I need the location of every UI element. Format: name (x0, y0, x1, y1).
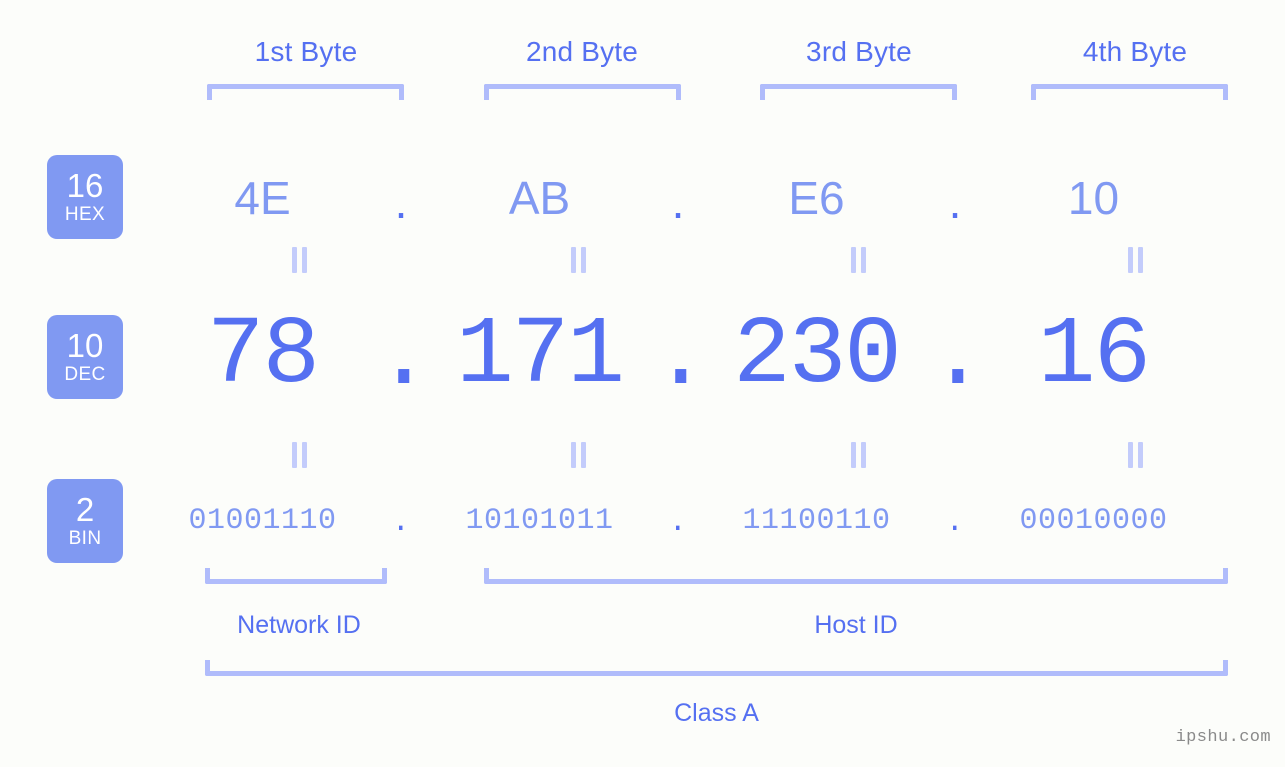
hex-octet-3: E6 (788, 172, 845, 224)
equals-connector-hex-dec-1 (289, 247, 311, 273)
hex-separator-3: . (948, 176, 962, 228)
dec-value-row: 78 . 171 . 230 . 16 (150, 295, 1255, 415)
byte-header-label-1: 1st Byte (254, 36, 358, 67)
equals-connector-hex-dec-3 (848, 247, 870, 273)
equals-connector-dec-bin-3 (848, 442, 870, 468)
class-bracket (205, 660, 1228, 676)
equals-connector-dec-bin-4 (1125, 442, 1147, 468)
hex-octet-1: 4E (234, 172, 291, 224)
network-id-bracket (205, 568, 387, 584)
hex-separator-2: . (671, 176, 685, 228)
dec-separator-1: . (375, 302, 433, 412)
radix-badge-hex-name: HEX (64, 204, 106, 225)
byte-bracket-4 (1031, 84, 1228, 100)
dec-octet-3: 230 (733, 300, 902, 410)
byte-header-label-4: 4th Byte (1082, 36, 1188, 67)
hex-value-row: 4E . AB . E6 . 10 (150, 152, 1255, 244)
equals-connector-dec-bin-1 (289, 442, 311, 468)
hex-separator-1: . (394, 176, 408, 228)
bin-separator-2: . (668, 506, 688, 540)
radix-badge-bin: 2 BIN (47, 479, 123, 563)
hex-octet-2: AB (508, 172, 571, 224)
dec-separator-2: . (652, 302, 710, 412)
radix-badge-hex: 16 HEX (47, 155, 123, 239)
dec-octet-4: 16 (1037, 300, 1151, 410)
radix-badge-dec: 10 DEC (47, 315, 123, 399)
byte-bracket-1 (207, 84, 404, 100)
bin-separator-3: . (945, 506, 965, 540)
class-label: Class A (674, 699, 759, 727)
dec-octet-1: 78 (206, 300, 320, 410)
dec-separator-3: . (929, 302, 987, 412)
dec-octet-2: 171 (456, 300, 625, 410)
bin-value-row: 01001110 . 10101011 . 11100110 . 0001000… (150, 492, 1255, 550)
bin-octet-2: 10101011 (465, 504, 614, 538)
host-id-bracket (484, 568, 1228, 584)
host-id-label: Host ID (814, 611, 898, 639)
equals-connector-hex-dec-2 (568, 247, 590, 273)
radix-badge-dec-name: DEC (64, 364, 106, 385)
hex-octet-4: 10 (1067, 172, 1120, 224)
byte-header-label-3: 3rd Byte (806, 36, 912, 67)
byte-header-label-2: 2nd Byte (525, 36, 639, 67)
equals-connector-hex-dec-4 (1125, 247, 1147, 273)
bin-octet-3: 11100110 (742, 504, 891, 538)
bin-octet-4: 00010000 (1019, 504, 1168, 538)
bin-octet-1: 01001110 (188, 504, 337, 538)
radix-badge-bin-name: BIN (68, 528, 102, 549)
radix-badge-dec-number: 10 (66, 327, 104, 364)
site-watermark: ipshu.com (1175, 728, 1271, 747)
radix-badge-bin-number: 2 (75, 491, 95, 528)
network-id-label: Network ID (237, 611, 361, 639)
radix-badge-hex-number: 16 (66, 167, 104, 204)
equals-connector-dec-bin-2 (568, 442, 590, 468)
bin-separator-1: . (391, 506, 411, 540)
ip-address-breakdown-diagram: 1st Byte 2nd Byte 3rd Byte 4th Byte 16 H… (0, 0, 1285, 767)
byte-bracket-3 (760, 84, 957, 100)
byte-bracket-2 (484, 84, 681, 100)
